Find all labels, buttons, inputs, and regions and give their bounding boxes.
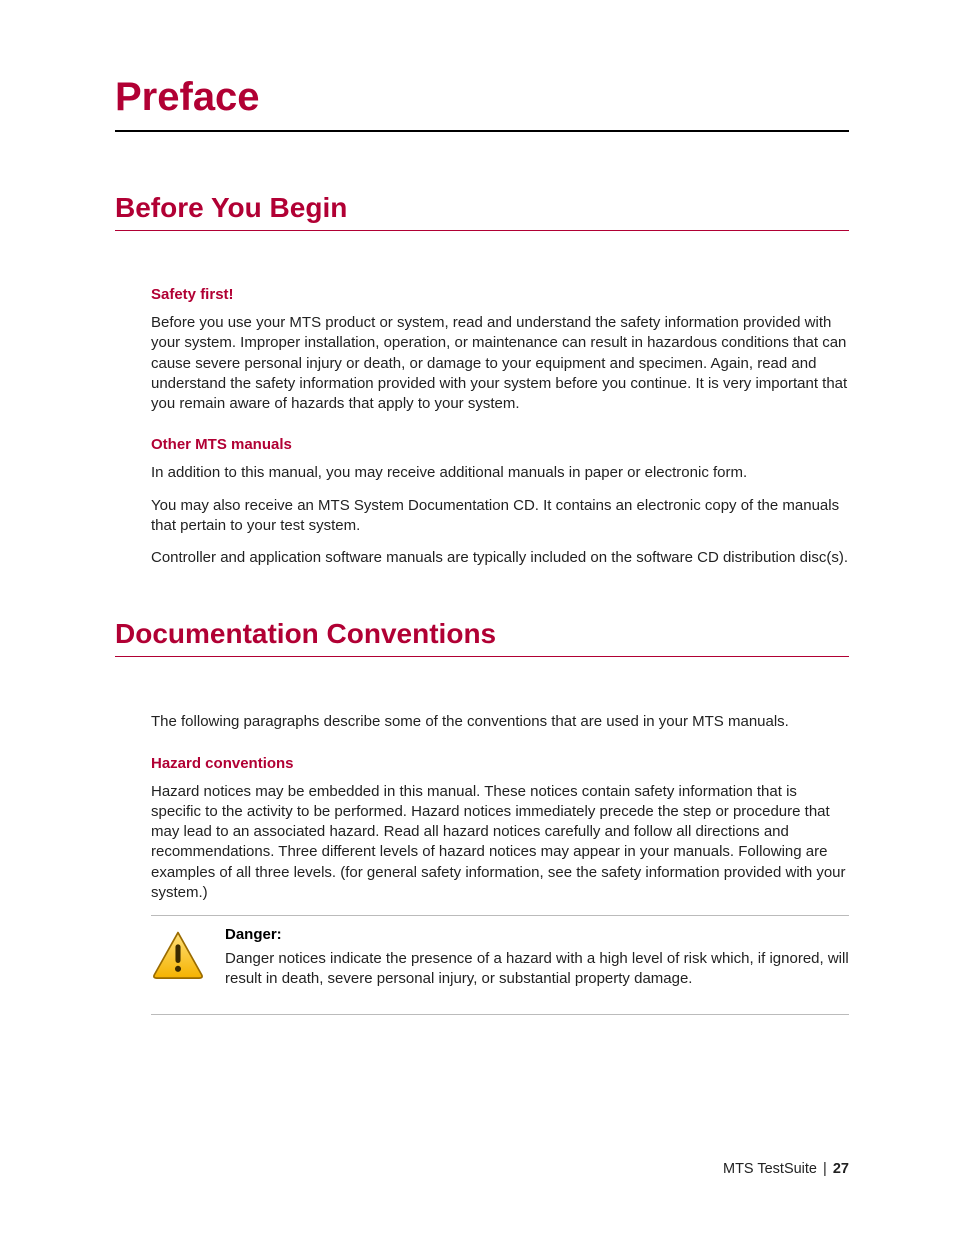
paragraph: You may also receive an MTS System Docum… — [151, 496, 849, 537]
warning-triangle-icon — [151, 926, 207, 990]
footer-page-number: 27 — [833, 1161, 849, 1177]
chapter-title: Preface — [115, 75, 849, 132]
danger-text-block: Danger: Danger notices indicate the pres… — [225, 926, 849, 990]
subheading-safety-first: Safety first! — [151, 286, 849, 303]
paragraph: Before you use your MTS product or syste… — [151, 313, 849, 414]
footer-separator: | — [823, 1161, 827, 1177]
paragraph: Controller and application software manu… — [151, 548, 849, 568]
paragraph: Hazard notices may be embedded in this m… — [151, 782, 849, 904]
section-heading-before-you-begin: Before You Begin — [115, 192, 849, 231]
page-footer: MTS TestSuite | 27 — [723, 1161, 849, 1177]
subheading-other-manuals: Other MTS manuals — [151, 436, 849, 453]
section-body: Safety first! Before you use your MTS pr… — [115, 286, 849, 568]
danger-description: Danger notices indicate the presence of … — [225, 949, 849, 990]
footer-product: MTS TestSuite — [723, 1161, 817, 1177]
section-body: The following paragraphs describe some o… — [115, 712, 849, 1014]
paragraph: The following paragraphs describe some o… — [151, 712, 849, 732]
danger-label: Danger: — [225, 926, 849, 943]
subheading-hazard-conventions: Hazard conventions — [151, 755, 849, 772]
danger-notice: Danger: Danger notices indicate the pres… — [151, 915, 849, 1015]
document-page: Preface Before You Begin Safety first! B… — [0, 0, 954, 1235]
paragraph: In addition to this manual, you may rece… — [151, 463, 849, 483]
section-heading-documentation-conventions: Documentation Conventions — [115, 618, 849, 657]
